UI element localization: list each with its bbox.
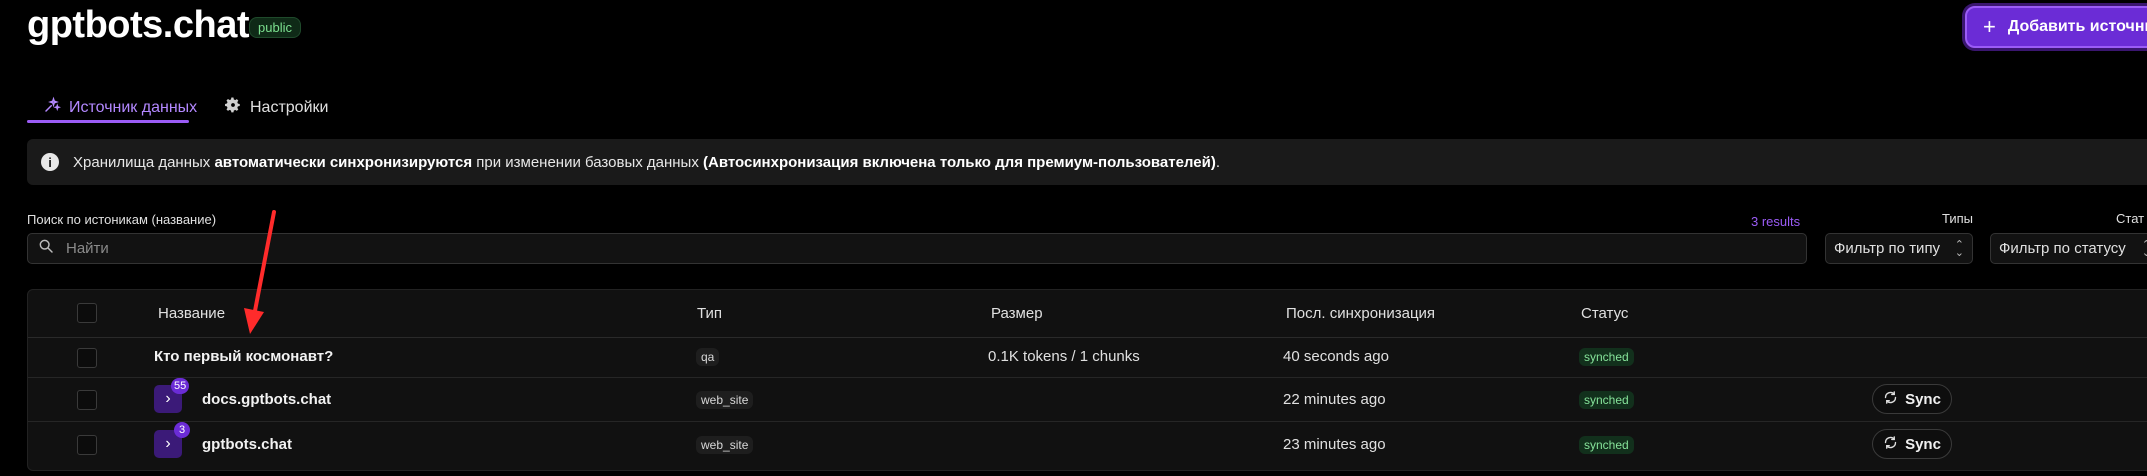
status-filter-value: Фильтр по статусу (1999, 240, 2126, 257)
type-filter-value: Фильтр по типу (1834, 240, 1941, 257)
column-header-name[interactable]: Название (158, 305, 225, 322)
type-badge: qa (696, 348, 720, 366)
chevron-right-icon: › (165, 390, 171, 407)
tab-settings[interactable]: Настройки (224, 96, 328, 119)
sync-button[interactable]: Sync (1872, 429, 1952, 459)
column-header-last-sync[interactable]: Посл. синхронизация (1286, 305, 1435, 322)
column-header-type[interactable]: Тип (697, 305, 722, 322)
row-last-sync: 22 minutes ago (1283, 391, 1386, 408)
status-badge: synched (1579, 436, 1634, 454)
row-last-sync: 40 seconds ago (1283, 348, 1389, 365)
refresh-icon (1883, 435, 1898, 454)
child-count-badge: 3 (174, 422, 190, 438)
page-title: gptbots.chat (27, 4, 249, 46)
add-source-button[interactable]: + Добавить источник (1965, 6, 2147, 48)
row-name[interactable]: Кто первый космонавт? (154, 348, 333, 365)
column-header-status[interactable]: Статус (1581, 305, 1628, 322)
row-last-sync: 23 minutes ago (1283, 436, 1386, 453)
search-field[interactable] (27, 233, 1807, 264)
table-row[interactable]: › 3 gptbots.chat web_site 23 minutes ago… (28, 421, 2147, 467)
plus-icon: + (1983, 14, 1996, 39)
tab-settings-label: Настройки (250, 98, 329, 116)
status-filter-select[interactable]: Фильтр по статусу ⌃ ⌄ (1990, 233, 2147, 264)
table-header: Название Тип Размер Посл. синхронизация … (28, 290, 2147, 338)
status-filter-label: Стат (2116, 211, 2145, 226)
chevron-updown-icon: ⌃ ⌄ (1954, 238, 1964, 259)
tab-data-source-label: Источник данных (69, 98, 198, 116)
chevron-right-icon: › (165, 435, 171, 452)
search-label: Поиск по истоникам (название) (27, 212, 217, 227)
tab-data-source[interactable]: Источник данных (43, 96, 197, 119)
gear-icon (224, 96, 242, 119)
row-checkbox[interactable] (77, 348, 97, 368)
sources-table: Название Тип Размер Посл. синхронизация … (27, 289, 2147, 471)
column-header-size[interactable]: Размер (991, 305, 1043, 322)
sync-button[interactable]: Sync (1872, 384, 1952, 414)
search-icon (28, 238, 64, 259)
search-input[interactable] (64, 239, 1768, 258)
row-name[interactable]: docs.gptbots.chat (202, 391, 331, 408)
refresh-icon (1883, 390, 1898, 409)
visibility-badge: public (249, 17, 301, 38)
table-row[interactable]: Кто первый космонавт? qa 0.1K tokens / 1… (28, 337, 2147, 378)
active-tab-indicator (27, 120, 189, 123)
status-badge: synched (1579, 348, 1634, 366)
add-source-label: Добавить источник (2007, 18, 2147, 35)
row-size: 0.1K tokens / 1 chunks (988, 348, 1140, 365)
row-name[interactable]: gptbots.chat (202, 436, 292, 453)
type-badge: web_site (696, 391, 754, 409)
chevron-updown-icon: ⌃ ⌄ (2141, 238, 2147, 259)
annotation-arrow-icon (244, 210, 276, 334)
info-icon: i (41, 153, 59, 171)
row-checkbox[interactable] (77, 390, 97, 410)
results-count: 3 results (1751, 214, 1801, 229)
sync-label: Sync (1905, 435, 1941, 453)
table-row[interactable]: › 55 docs.gptbots.chat web_site 22 minut… (28, 377, 2147, 422)
types-filter-label: Типы (1942, 211, 1974, 226)
info-banner: i Хранилища данных автоматически синхрон… (27, 139, 2147, 185)
child-count-badge: 55 (171, 378, 190, 394)
type-filter-select[interactable]: Фильтр по типу ⌃ ⌄ (1825, 233, 1973, 264)
sync-label: Sync (1905, 390, 1941, 408)
status-badge: synched (1579, 391, 1634, 409)
sparkles-icon (43, 96, 62, 119)
select-all-checkbox[interactable] (77, 303, 97, 323)
type-badge: web_site (696, 436, 754, 454)
row-checkbox[interactable] (77, 435, 97, 455)
banner-text: Хранилища данных автоматически синхрониз… (73, 153, 1220, 171)
